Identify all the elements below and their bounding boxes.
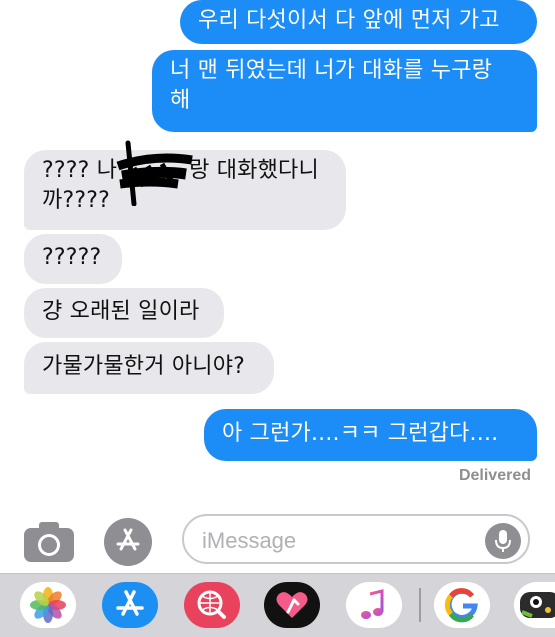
photos-app[interactable] [20,582,76,628]
message-bubble-incoming[interactable]: 걍 오래된 일이라 [24,288,224,338]
app-store-icon [116,590,144,616]
message-bubble-outgoing[interactable]: 우리 다섯이서 다 앞에 먼저 가고 [180,0,537,44]
photos-icon [30,587,66,623]
message-bubble-incoming[interactable]: ????? [24,234,122,284]
music-app[interactable] [346,582,402,628]
app-store-app[interactable] [102,582,158,628]
music-icon [361,589,384,619]
google-app[interactable] [434,582,490,628]
app-store-icon [116,528,140,551]
camera-button[interactable] [22,520,76,564]
delivered-status: Delivered [458,467,531,484]
digital-touch-app[interactable] [264,582,320,628]
message-bubble-incoming[interactable]: 가물가물한거 아니야? [24,342,274,394]
camera-icon [24,522,74,562]
game-icon [520,592,555,618]
microphone-icon [495,530,511,552]
app-drawer [0,573,555,637]
message-thread: 우리 다섯이서 다 앞에 먼저 가고 너 맨 뒤였는데 너가 대화를 누구랑 해… [0,0,555,505]
message-composer: iMessage [0,505,555,573]
message-bubble-outgoing[interactable]: 아 그런가....ㅋㅋ 그런갑다.... [204,409,537,461]
microphone-button[interactable] [485,523,521,559]
drawer-divider [419,588,421,622]
imessage-input[interactable]: iMessage [182,514,530,564]
input-placeholder: iMessage [202,528,297,553]
heart-touch-icon [276,592,308,618]
redaction-scribble [116,140,193,206]
google-icon [444,588,478,623]
web-search-icon [197,590,226,619]
game-app[interactable] [514,582,555,628]
message-bubble-outgoing[interactable]: 너 맨 뒤였는데 너가 대화를 누구랑 해 [152,50,537,132]
web-search-app[interactable] [184,582,240,628]
app-store-button[interactable] [104,518,152,566]
